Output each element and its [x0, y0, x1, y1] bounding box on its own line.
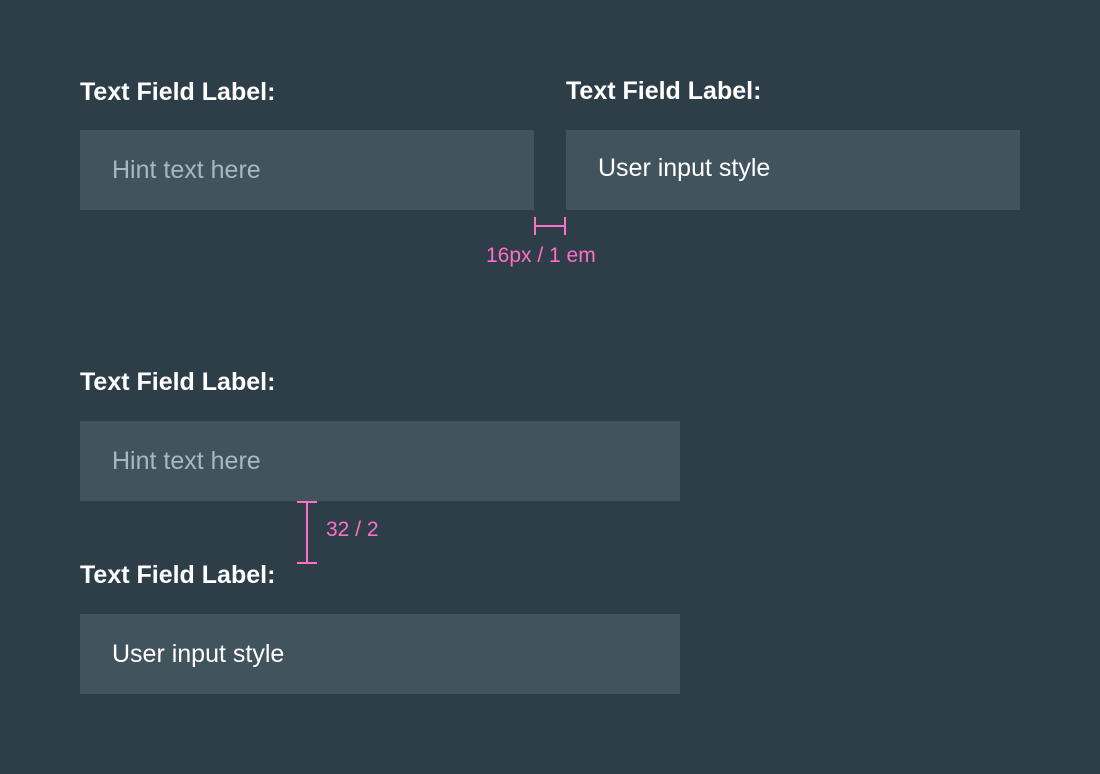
hint-text: Hint text here [112, 446, 261, 475]
text-field-hint[interactable]: Hint text here [80, 421, 680, 501]
text-field-hint[interactable]: Hint text here [80, 130, 534, 210]
hint-text: Hint text here [112, 155, 261, 184]
vertical-gap-annotation: 32 / 2 [326, 518, 379, 541]
text-field-filled[interactable]: User input style [80, 614, 680, 694]
text-field-label: Text Field Label: [80, 561, 276, 589]
input-value: User input style [598, 153, 771, 182]
input-value: User input style [112, 639, 285, 668]
horizontal-gap-measure [534, 217, 566, 235]
vertical-gap-measure [297, 501, 317, 564]
text-field-label: Text Field Label: [566, 77, 762, 105]
text-field-label: Text Field Label: [80, 368, 276, 396]
text-field-label: Text Field Label: [80, 78, 276, 106]
text-field-filled[interactable]: User input style [566, 130, 1020, 210]
horizontal-gap-annotation: 16px / 1 em [486, 244, 596, 267]
